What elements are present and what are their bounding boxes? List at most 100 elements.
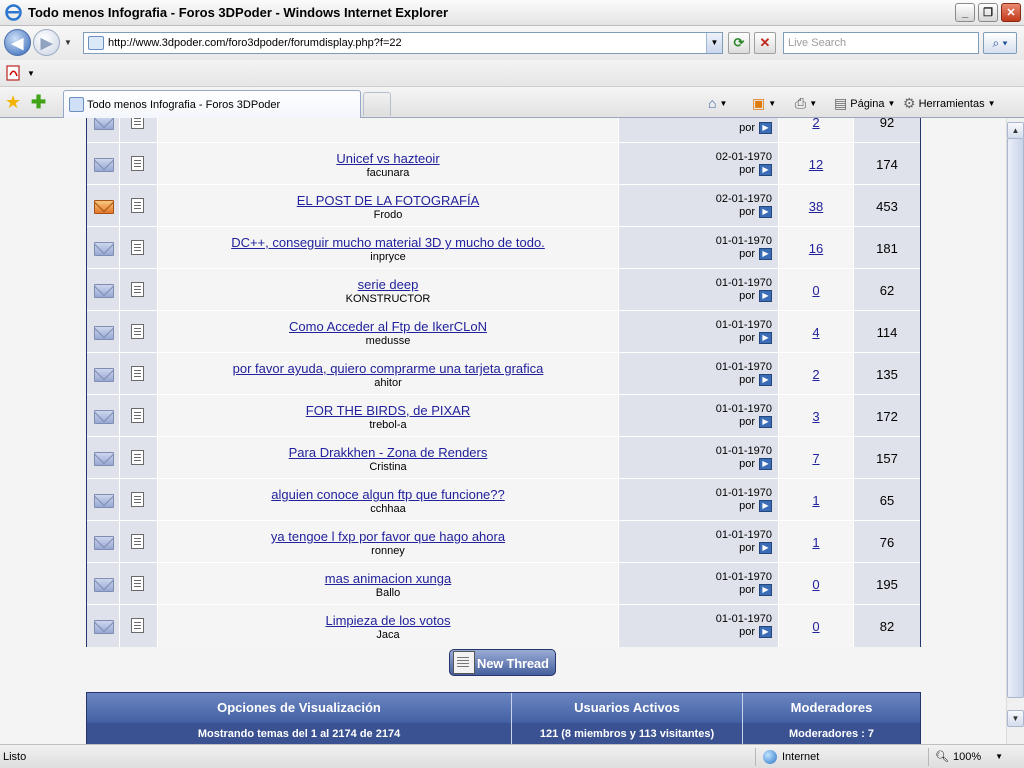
thread-author[interactable]: facunara [158, 167, 618, 179]
replies-count-link[interactable]: 1 [812, 493, 819, 508]
tools-menu[interactable]: ⚙ Herramientas ▼ [903, 95, 996, 112]
search-input[interactable]: Live Search [783, 32, 979, 54]
thread-title-link[interactable]: serie deep [158, 277, 618, 292]
close-button[interactable]: ✕ [1001, 3, 1021, 22]
security-zone[interactable]: Internet [763, 750, 819, 764]
page-menu-label: Página [850, 97, 885, 110]
thread-author[interactable]: trebol-a [158, 419, 618, 431]
thread-title-link[interactable]: Como Acceder al Ftp de IkerCLoN [158, 319, 618, 334]
replies-count-link[interactable]: 16 [809, 241, 823, 256]
replies-count-link[interactable]: 0 [812, 283, 819, 298]
thread-author[interactable]: Jaca [158, 629, 618, 641]
replies-count-link[interactable]: 3 [812, 409, 819, 424]
print-button[interactable]: ⎙ ▼ [795, 95, 817, 112]
replies-count-link[interactable]: 2 [812, 118, 819, 130]
goto-last-post-icon[interactable]: ▶ [759, 584, 772, 596]
status-bar: Listo Internet 🔍︎ 100% ▼ [0, 744, 1024, 768]
zoom-control[interactable]: 🔍︎ 100% ▼ [935, 750, 1003, 764]
thread-author[interactable]: Ballo [158, 587, 618, 599]
thread-author[interactable]: Cristina [158, 461, 618, 473]
tab-active[interactable]: Todo menos Infografia - Foros 3DPoder [63, 90, 361, 118]
thread-title-link[interactable]: Limpieza de los votos [158, 613, 618, 628]
thread-title-link[interactable]: Para Drakkhen - Zona de Renders [158, 445, 618, 460]
forward-button[interactable]: ▶ [33, 29, 60, 56]
address-field[interactable]: http://www.3dpoder.com/foro3dpoder/forum… [83, 32, 723, 54]
goto-last-post-icon[interactable]: ▶ [759, 164, 772, 176]
pdf-addon-icon[interactable] [6, 65, 22, 81]
goto-last-post-icon[interactable]: ▶ [759, 248, 772, 260]
thread-title-cell: Unicef vs hazteoir facunara [158, 143, 619, 185]
feeds-button[interactable]: ▣ ▼ [752, 95, 776, 112]
thread-title-link[interactable]: Unicef vs hazteoir [158, 151, 618, 166]
replies-count-link[interactable]: 0 [812, 619, 819, 634]
goto-last-post-icon[interactable]: ▶ [759, 290, 772, 302]
globe-icon [763, 750, 777, 764]
thread-row: FOR THE BIRDS, de PIXAR trebol-a 01-01-197… [87, 394, 920, 437]
goto-last-post-icon[interactable]: ▶ [759, 542, 772, 554]
add-favorite-icon[interactable]: ✚ [31, 92, 46, 113]
goto-last-post-icon[interactable]: ▶ [759, 122, 772, 134]
addon-dropdown-icon[interactable]: ▼ [27, 69, 35, 78]
address-url[interactable]: http://www.3dpoder.com/foro3dpoder/forum… [108, 37, 402, 49]
stop-button[interactable]: ✕ [754, 32, 776, 54]
replies-count-link[interactable]: 0 [812, 577, 819, 592]
document-icon [131, 450, 144, 465]
replies-count-link[interactable]: 7 [812, 451, 819, 466]
refresh-button[interactable]: ⟳ [728, 32, 750, 54]
history-dropdown-icon[interactable]: ▼ [64, 38, 72, 47]
thread-title-link[interactable]: ya tengoe l fxp por favor que hago ahora [158, 529, 618, 544]
goto-last-post-icon[interactable]: ▶ [759, 332, 772, 344]
replies-count-link[interactable]: 12 [809, 157, 823, 172]
replies-count-link[interactable]: 38 [809, 199, 823, 214]
scroll-up-icon[interactable]: ▲ [1007, 122, 1024, 139]
replies-count-link[interactable]: 1 [812, 535, 819, 550]
address-dropdown-icon[interactable]: ▼ [706, 33, 722, 53]
views-count: 82 [879, 619, 895, 634]
thread-icon-cell [120, 143, 158, 185]
internet-explorer-icon [5, 4, 22, 21]
thread-author[interactable]: ahitor [158, 377, 618, 389]
back-button[interactable]: ◀ [4, 29, 31, 56]
thread-title-link[interactable]: EL POST DE LA FOTOGRAFÍA [158, 193, 618, 208]
thread-title-link[interactable]: FOR THE BIRDS, de PIXAR [158, 403, 618, 418]
views-count: 172 [876, 409, 898, 424]
goto-last-post-icon[interactable]: ▶ [759, 416, 772, 428]
thread-list: La Momia por ▶ 2 92 Unicef vs hazteoirfacunar… [86, 118, 921, 647]
thread-author[interactable]: medusse [158, 335, 618, 347]
goto-last-post-icon[interactable]: ▶ [759, 500, 772, 512]
replies-count-link[interactable]: 2 [812, 367, 819, 382]
vertical-scrollbar[interactable]: ▲ ▼ [1006, 118, 1024, 744]
home-button[interactable]: ⌂ ▼ [708, 95, 727, 111]
scrollbar-thumb[interactable] [1007, 138, 1024, 698]
page-menu[interactable]: ▤ Página ▼ [834, 95, 895, 112]
scroll-down-icon[interactable]: ▼ [1007, 710, 1024, 727]
thread-author[interactable]: ronney [158, 545, 618, 557]
maximize-button[interactable]: ❐ [978, 3, 998, 22]
views-cell: 174 [854, 143, 920, 185]
thread-author[interactable]: Frodo [158, 209, 618, 221]
thread-title-link[interactable]: alguien conoce algun ftp que funcione?? [158, 487, 618, 502]
thread-title-link[interactable]: mas animacion xunga [158, 571, 618, 586]
last-post-date: 01-01-1970 [715, 487, 772, 499]
new-tab-button[interactable] [363, 92, 391, 116]
thread-author[interactable]: cchhaa [158, 503, 618, 515]
minimize-button[interactable]: _ [955, 3, 975, 22]
thread-status-cell [87, 353, 120, 395]
thread-title-link[interactable]: DC++, conseguir mucho material 3D y much… [158, 235, 618, 250]
thread-author[interactable]: KONSTRUCTOR [158, 293, 618, 305]
favorites-star-icon[interactable]: ★ [5, 92, 21, 113]
thread-author[interactable]: La Momia [158, 118, 618, 121]
views-count: 114 [876, 325, 898, 340]
search-button[interactable]: ⌕ ▾ [983, 32, 1017, 54]
goto-last-post-icon[interactable]: ▶ [759, 206, 772, 218]
last-post-by: por ▶ [739, 458, 772, 470]
replies-count-link[interactable]: 4 [812, 325, 819, 340]
thread-title-link[interactable]: por favor ayuda, quiero comprarme una ta… [158, 361, 618, 376]
new-thread-button[interactable]: New Thread [449, 649, 556, 676]
thread-author[interactable]: inpryce [158, 251, 618, 263]
document-icon [131, 534, 144, 549]
document-icon [131, 618, 144, 633]
goto-last-post-icon[interactable]: ▶ [759, 458, 772, 470]
goto-last-post-icon[interactable]: ▶ [759, 374, 772, 386]
goto-last-post-icon[interactable]: ▶ [759, 626, 772, 638]
